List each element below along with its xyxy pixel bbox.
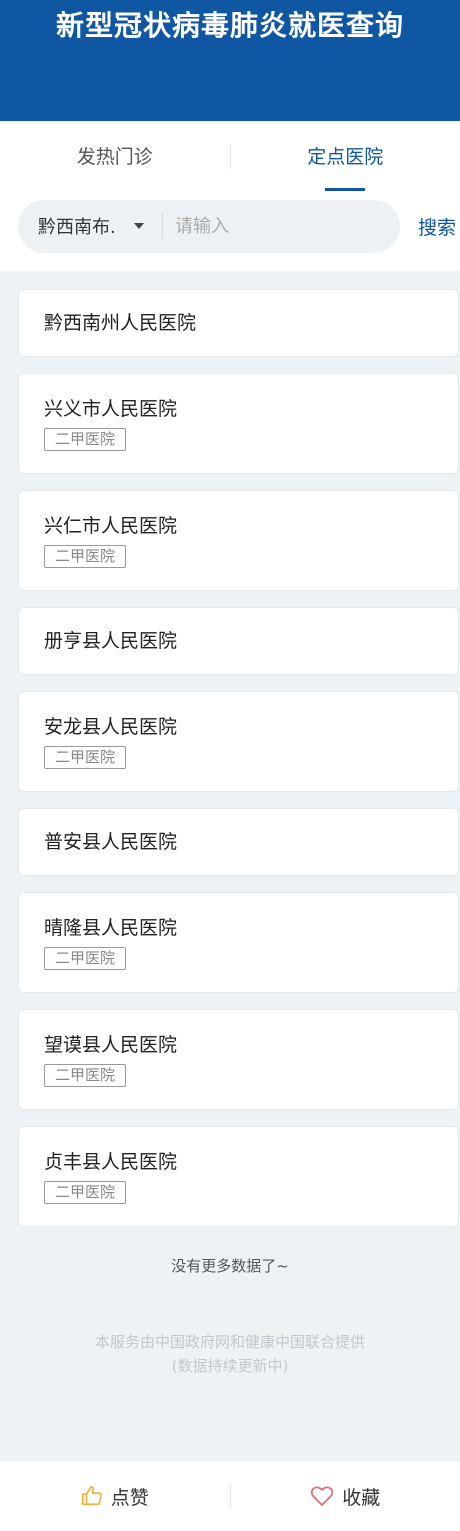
like-button[interactable]: 点赞 <box>0 1483 230 1510</box>
hospital-card[interactable]: 普安县人民医院 <box>18 808 459 876</box>
search-button[interactable]: 搜索 <box>418 213 456 240</box>
heart-icon <box>311 1486 334 1506</box>
hospital-card[interactable]: 安龙县人民医院 二甲医院 <box>18 691 459 792</box>
hospital-name: 晴隆县人民医院 <box>44 917 178 939</box>
footer-line-2: (数据持续更新中) <box>171 1357 289 1375</box>
hospital-name: 贞丰县人民医院 <box>44 1151 178 1173</box>
hospital-level-badge: 二甲医院 <box>44 746 127 769</box>
hospital-name: 兴义市人民医院 <box>44 398 178 420</box>
hospital-name: 黔西南州人民医院 <box>44 312 197 334</box>
hospital-card[interactable]: 册亨县人民医院 <box>18 607 459 675</box>
hospital-level-badge: 二甲医院 <box>44 947 127 970</box>
hospital-card[interactable]: 贞丰县人民医院 二甲医院 <box>18 1126 459 1227</box>
like-label: 点赞 <box>110 1486 149 1509</box>
hospital-level-badge: 二甲医院 <box>44 1181 127 1204</box>
hospital-card[interactable]: 兴仁市人民医院 二甲医院 <box>18 490 459 591</box>
hospital-card[interactable]: 兴义市人民医院 二甲医院 <box>18 373 459 474</box>
hospital-name: 安龙县人民医院 <box>44 716 178 738</box>
hospital-name: 望谟县人民医院 <box>44 1034 178 1056</box>
tab-bar: 发热门诊 定点医院 <box>0 121 460 193</box>
hospital-level-badge: 二甲医院 <box>44 1064 127 1087</box>
hospital-level-badge: 二甲医院 <box>44 428 127 451</box>
caret-down-icon[interactable] <box>134 223 145 229</box>
favorite-button[interactable]: 收藏 <box>231 1483 460 1510</box>
hospital-name: 普安县人民医院 <box>44 831 178 853</box>
bottom-bar: 点赞 收藏 <box>0 1460 460 1531</box>
footer-note: 本服务由中国政府网和健康中国联合提供 (数据持续更新中) <box>0 1330 460 1378</box>
page-header: 新型冠状病毒肺炎就医查询 <box>0 0 460 121</box>
list-end-text: 没有更多数据了~ <box>171 1257 289 1275</box>
tab-fever-clinic[interactable]: 发热门诊 <box>0 121 230 193</box>
hospital-level-badge: 二甲医院 <box>44 545 127 568</box>
hospital-card[interactable]: 晴隆县人民医院 二甲医院 <box>18 892 459 993</box>
region-select[interactable]: 黔西南布... <box>38 213 116 239</box>
thumbs-up-icon <box>81 1486 102 1506</box>
search-input[interactable] <box>163 215 400 237</box>
page-title: 新型冠状病毒肺炎就医查询 <box>55 9 404 42</box>
tab-designated-hospital[interactable]: 定点医院 <box>231 121 460 193</box>
hospital-name: 册亨县人民医院 <box>44 630 178 652</box>
favorite-label: 收藏 <box>342 1486 381 1509</box>
hospital-card[interactable]: 望谟县人民医院 二甲医院 <box>18 1009 459 1110</box>
footer-line-1: 本服务由中国政府网和健康中国联合提供 <box>94 1333 365 1351</box>
hospital-name: 兴仁市人民医院 <box>44 515 178 537</box>
hospital-list: 黔西南州人民医院 兴义市人民医院 二甲医院 兴仁市人民医院 二甲医院 册亨县人民… <box>0 271 460 1227</box>
search-box: 黔西南布... <box>18 199 400 253</box>
hospital-card[interactable]: 黔西南州人民医院 <box>18 289 459 357</box>
search-bar: 黔西南布... 搜索 <box>0 193 460 271</box>
